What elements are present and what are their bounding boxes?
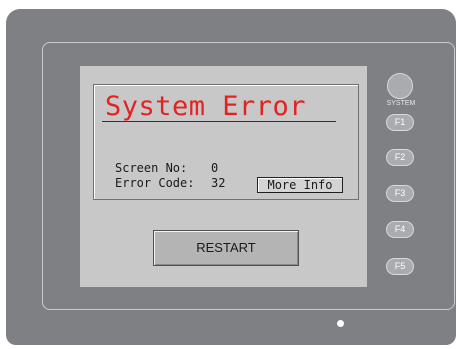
restart-button[interactable]: RESTART — [153, 230, 299, 266]
error-code-value: 32 — [211, 176, 226, 190]
system-button-icon[interactable] — [387, 73, 413, 99]
more-info-label: More Info — [267, 178, 333, 193]
f5-key[interactable]: F5 — [386, 258, 414, 275]
status-led-icon — [337, 320, 344, 327]
f2-key[interactable]: F2 — [386, 149, 414, 166]
f4-key[interactable]: F4 — [386, 221, 414, 238]
f1-key[interactable]: F1 — [386, 114, 414, 131]
system-label: SYSTEM — [386, 100, 416, 107]
screen-no-value: 0 — [211, 161, 219, 175]
more-info-button[interactable]: More Info — [257, 177, 343, 193]
f3-key[interactable]: F3 — [386, 185, 414, 202]
title-underline — [102, 121, 336, 122]
error-title: System Error — [105, 91, 307, 122]
error-code-label: Error Code: — [115, 176, 195, 190]
screen-no-label: Screen No: — [115, 161, 188, 175]
